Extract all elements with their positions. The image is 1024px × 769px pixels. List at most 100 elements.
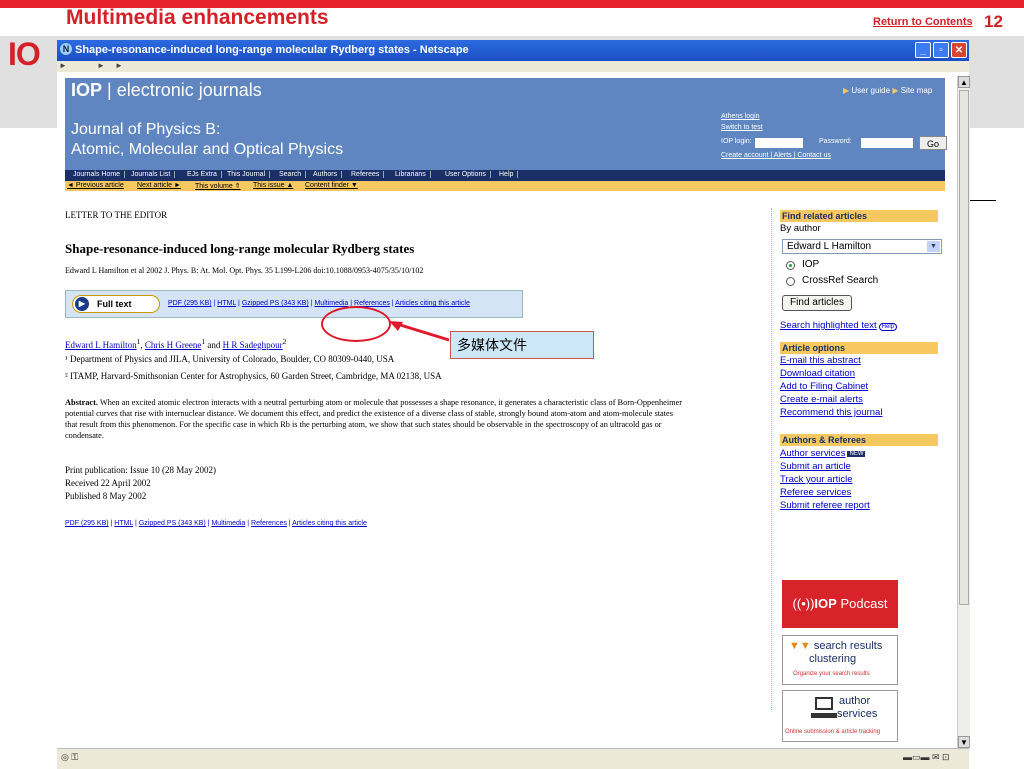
return-to-contents-link[interactable]: Return to Contents [873,16,973,28]
toolbar-strip: ► ► ► [57,61,969,72]
site-map-link[interactable]: Site map [901,86,933,95]
browser-window: N Shape-resonance-induced long-range mol… [57,40,970,769]
triangle-right-icon: ▶ [843,86,850,95]
menu-search[interactable]: Search [275,171,307,178]
author-link[interactable]: H R Sadeghpour [223,340,283,350]
affiliation-1: ¹ Department of Physics and JILA, Univer… [65,354,395,364]
scroll-down-icon[interactable]: ▼ [958,736,970,748]
author-link[interactable]: Edward L Hamilton [65,340,137,350]
play-icon: ▶ [75,297,89,311]
menu-ejs-extra[interactable]: EJs Extra [183,171,222,178]
window-title: Shape-resonance-induced long-range molec… [75,44,469,56]
article-subnav: ◄ Previous article Next article ► This v… [65,181,945,191]
slide-divider [966,200,996,201]
article-title: Shape-resonance-induced long-range molec… [65,241,415,256]
menu-this-journal[interactable]: This Journal [223,171,271,178]
add-filing-cabinet-link[interactable]: Add to Filing Cabinet [780,381,868,392]
back-arrow-icon[interactable]: ► [59,61,67,70]
track-article-link[interactable]: Track your article [780,474,853,485]
search-clustering-banner[interactable]: ▼▼ search results clustering Organize yo… [782,635,898,685]
multimedia-link[interactable]: Multimedia [211,520,245,527]
new-badge: NEW [847,451,866,457]
articles-citing-link[interactable]: Articles citing this article [395,300,470,307]
full-text-button[interactable]: ▶ Full text [72,295,160,313]
scroll-up-icon[interactable]: ▲ [958,76,970,88]
switch-to-test-link[interactable]: Switch to test [721,122,763,133]
this-issue-link[interactable]: This issue ▲ [253,182,293,189]
slide-page-number: 12 [984,12,1003,31]
author-services-link[interactable]: Author services NEW [780,448,866,459]
bottom-format-links: PDF (295 KB) | HTML | Gzipped PS (343 KB… [65,520,367,527]
radio-crossref[interactable] [786,277,795,286]
main-menu: Journals Home Journals List EJs Extra Th… [65,170,945,181]
referee-services-link[interactable]: Referee services [780,487,851,498]
menu-journals-list[interactable]: Journals List [127,171,176,178]
this-volume-link[interactable]: This volume ⇑ [195,182,241,190]
search-highlighted-link[interactable]: Search highlighted text Help [780,320,897,331]
account-links[interactable]: Create account | Alerts | Contact us [721,152,831,159]
html-link[interactable]: HTML [114,520,133,527]
content-finder-link[interactable]: Content finder ▼ [305,182,358,189]
netscape-icon: N [60,43,72,55]
menu-authors[interactable]: Authors [309,171,343,178]
slide-title: Multimedia enhancements [66,6,329,29]
gzipped-ps-link[interactable]: Gzipped PS (343 KB) [139,520,206,527]
create-alerts-link[interactable]: Create e-mail alerts [780,394,863,405]
athens-login-link[interactable]: Athens login [721,111,763,122]
header-links: ▶ User guide ▶ Site map [843,86,932,95]
close-button[interactable]: ✕ [951,42,967,58]
by-author-label: By author [780,223,821,234]
chevron-down-icon: ▼ [927,241,940,252]
submit-article-link[interactable]: Submit an article [780,461,851,472]
menu-librarians[interactable]: Librarians [391,171,431,178]
go-button[interactable]: Go [919,136,947,150]
scroll-thumb[interactable] [959,90,969,605]
window-titlebar: N Shape-resonance-induced long-range mol… [57,40,969,61]
slide-logo: IO [8,36,41,72]
triangle-right-icon: ▶ [892,86,899,95]
author-link[interactable]: Chris H Greene [145,340,201,350]
menu-help[interactable]: Help [495,171,519,178]
pdf-link[interactable]: PDF (295 KB) [168,300,212,307]
articles-citing-link[interactable]: Articles citing this article [292,520,367,527]
submit-referee-report-link[interactable]: Submit referee report [780,500,870,511]
maximize-button[interactable]: ▫ [933,42,949,58]
article-section: LETTER TO THE EDITOR [65,210,168,220]
radio-iop[interactable] [786,261,795,270]
article-citation: Edward L Hamilton et al 2002 J. Phys. B:… [65,266,424,275]
download-citation-link[interactable]: Download citation [780,368,855,379]
pdf-link[interactable]: PDF (295 KB) [65,520,109,527]
references-link[interactable]: References [251,520,287,527]
multimedia-link[interactable]: Multimedia [314,300,348,307]
journal-name: Journal of Physics B: Atomic, Molecular … [71,121,344,158]
menu-referees[interactable]: Referees [347,171,385,178]
keyboard-icon [811,713,837,718]
email-abstract-link[interactable]: E-mail this abstract [780,355,861,366]
password-input[interactable] [861,138,913,148]
find-articles-button[interactable]: Find articles [782,295,852,311]
iop-podcast-banner[interactable]: ((•))IOP Podcast [782,580,898,628]
funnel-icon: ▼▼ [789,640,811,652]
html-link[interactable]: HTML [217,300,236,307]
nav-arrow-icon[interactable]: ► [115,61,123,70]
next-article-link[interactable]: Next article ► [137,182,181,189]
recommend-journal-link[interactable]: Recommend this journal [780,407,882,418]
author-services-banner[interactable]: author services Online submission & arti… [782,690,898,742]
iop-login-input[interactable] [755,138,803,148]
connection-icon: ▬▭▬ ✉ ⊡ [903,752,950,762]
format-links: PDF (295 KB) | HTML | Gzipped PS (343 KB… [168,300,470,307]
menu-journals-home[interactable]: Journals Home [69,171,126,178]
highlight-ellipse [321,306,391,342]
minimize-button[interactable]: _ [915,42,931,58]
author-select[interactable]: Edward L Hamilton ▼ [782,239,942,254]
password-label: Password: [819,138,852,145]
user-guide-link[interactable]: User guide [851,86,890,95]
gzipped-ps-link[interactable]: Gzipped PS (343 KB) [242,300,309,307]
help-icon[interactable]: Help [878,323,897,331]
security-icon[interactable]: ◎ ⚿ [61,752,78,763]
previous-article-link[interactable]: ◄ Previous article [67,182,124,189]
iop-ej-logo[interactable]: IOP | electronic journals [71,80,262,101]
menu-user-options[interactable]: User Options [441,171,491,178]
vertical-scrollbar[interactable]: ▲ ▼ [957,76,970,748]
forward-arrow-icon[interactable]: ► [97,61,105,70]
